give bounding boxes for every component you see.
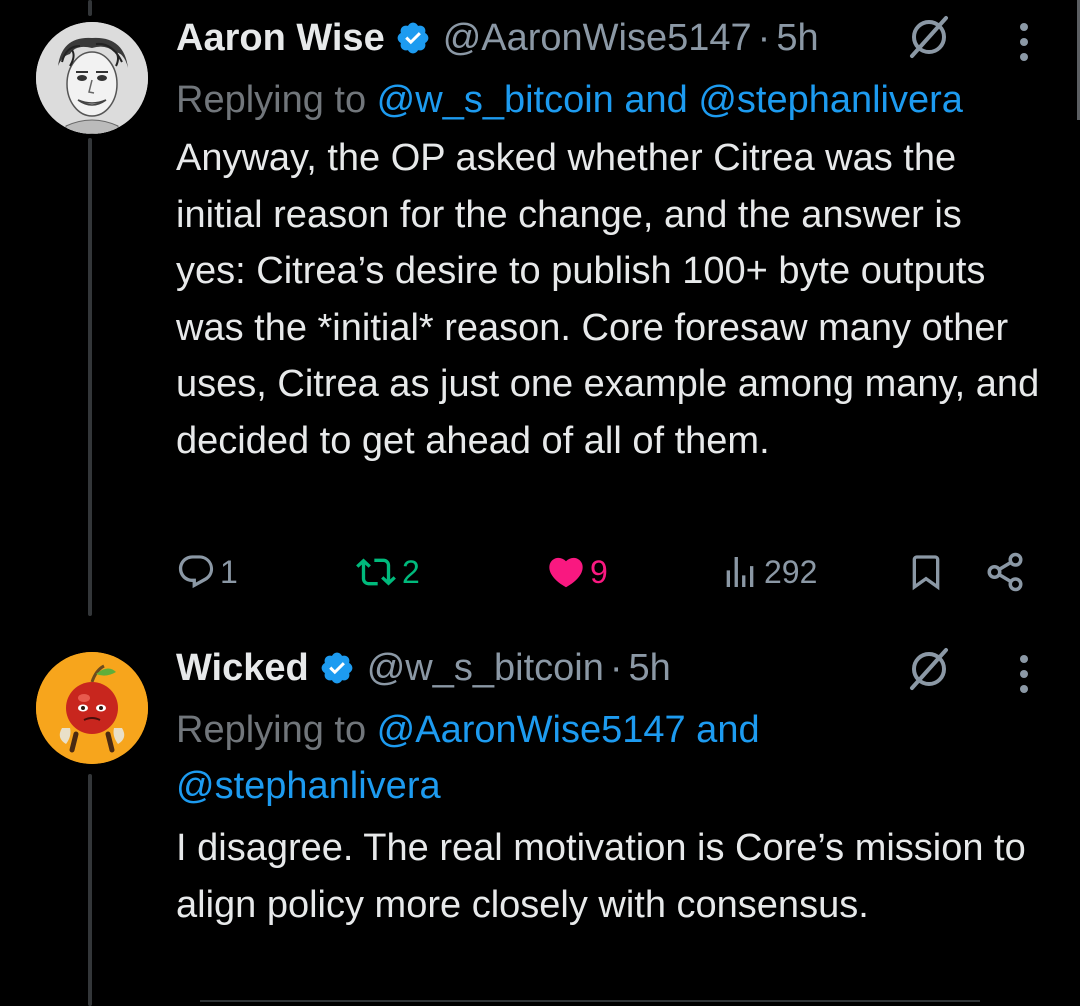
author-name[interactable]: Aaron Wise bbox=[176, 17, 385, 60]
replying-to: Replying to @AaronWise5147 and @stephanl… bbox=[176, 702, 1040, 814]
repost-icon bbox=[354, 552, 398, 592]
verified-badge-icon bbox=[395, 20, 431, 56]
replying-to-link[interactable]: @w_s_bitcoin and @stephanlivera bbox=[377, 79, 963, 121]
author-handle[interactable]: @w_s_bitcoin bbox=[367, 647, 604, 690]
timestamp[interactable]: 5h bbox=[776, 17, 818, 60]
views-icon bbox=[720, 552, 760, 592]
bookmark-icon bbox=[906, 552, 946, 592]
avatar-apple-character bbox=[36, 652, 148, 764]
replying-prefix: Replying to bbox=[176, 79, 377, 121]
divider bbox=[200, 1000, 980, 1002]
share-icon bbox=[984, 551, 1026, 593]
replying-prefix: Replying to bbox=[176, 709, 377, 751]
verified-badge-icon bbox=[319, 650, 355, 686]
like-count: 9 bbox=[590, 553, 608, 590]
more-icon[interactable] bbox=[1018, 654, 1030, 694]
reply-icon bbox=[176, 552, 216, 592]
grok-icon[interactable] bbox=[906, 14, 952, 60]
repost-button[interactable]: 2 bbox=[354, 547, 420, 597]
reply-button[interactable]: 1 bbox=[176, 547, 238, 597]
author-name[interactable]: Wicked bbox=[176, 647, 309, 690]
avatar[interactable] bbox=[36, 22, 148, 134]
separator-dot: · bbox=[757, 16, 771, 59]
repost-count: 2 bbox=[402, 553, 420, 590]
author-handle[interactable]: @AaronWise5147 bbox=[443, 17, 752, 60]
more-icon[interactable] bbox=[1018, 22, 1030, 62]
avatar-sketch-portrait bbox=[36, 22, 148, 134]
separator-dot: · bbox=[609, 646, 623, 689]
bookmark-button[interactable] bbox=[906, 547, 946, 597]
timestamp[interactable]: 5h bbox=[629, 647, 671, 690]
like-icon bbox=[546, 552, 586, 592]
grok-icon[interactable] bbox=[906, 646, 952, 692]
share-button[interactable] bbox=[984, 547, 1026, 597]
views-button[interactable]: 292 bbox=[720, 547, 817, 597]
views-count: 292 bbox=[764, 553, 818, 590]
tweet-aaron-wise[interactable]: Aaron Wise @AaronWise5147 · 5h Replying … bbox=[0, 0, 1080, 620]
avatar[interactable] bbox=[36, 652, 148, 764]
tweet-actions: 1 2 9 292 bbox=[176, 547, 1040, 597]
replying-to-link-line1[interactable]: @AaronWise5147 and bbox=[377, 709, 760, 751]
like-button[interactable]: 9 bbox=[546, 547, 608, 597]
tweet-text: I disagree. The real motivation is Core’… bbox=[176, 827, 1026, 926]
reply-count: 1 bbox=[220, 553, 238, 590]
tweet-content: Aaron Wise @AaronWise5147 · 5h Replying … bbox=[176, 8, 1040, 469]
tweet-wicked[interactable]: Wicked @w_s_bitcoin · 5h Replying to @Aa… bbox=[0, 636, 1080, 1006]
tweet-text: Anyway, the OP asked whether Citrea was … bbox=[176, 137, 1040, 462]
replying-to: Replying to @w_s_bitcoin and @stephanliv… bbox=[176, 72, 1040, 128]
replying-to-link-line2[interactable]: @stephanlivera bbox=[176, 765, 441, 807]
